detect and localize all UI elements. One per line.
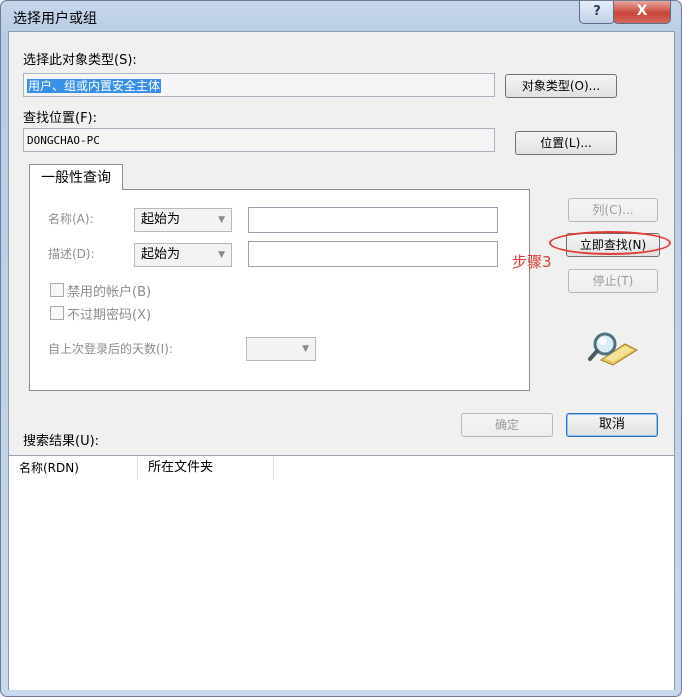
description-label: 描述(D): [48,247,95,261]
non-expiring-password-checkbox[interactable] [50,306,64,320]
days-since-login-label: 自上次登录后的天数(I): [48,342,173,356]
ok-button[interactable]: 确定 [461,413,553,437]
description-mode-value: 起始为 [141,247,181,262]
description-mode-select[interactable]: 起始为 ▼ [134,243,232,267]
disabled-accounts-label: 禁用的帐户(B) [67,285,152,300]
cancel-button[interactable]: 取消 [566,413,658,437]
columns-button[interactable]: 列(C)... [568,198,658,222]
location-field[interactable]: DONGCHAO-PC [23,128,495,152]
dialog-window: 选择用户或组 ? X 选择此对象类型(S): 用户、组或内置安全主体 对象类型(… [0,0,682,697]
dialog-client-area: 选择此对象类型(S): 用户、组或内置安全主体 对象类型(O)... 查找位置(… [8,31,675,690]
name-label: 名称(A): [48,212,94,226]
object-type-value: 用户、组或内置安全主体 [27,79,162,93]
step-annotation: 步骤3 [512,253,552,271]
chevron-down-icon: ▼ [218,250,225,260]
find-now-button[interactable]: 立即查找(N) [566,233,660,257]
chevron-down-icon: ▼ [218,215,225,225]
title-bar[interactable]: 选择用户或组 ? X [1,1,681,31]
name-input[interactable] [248,207,498,233]
close-button[interactable]: X [613,1,671,24]
object-type-label: 选择此对象类型(S): [23,53,137,68]
stop-button[interactable]: 停止(T) [568,269,658,293]
tab-general-query[interactable]: 一般性查询 [29,164,123,190]
search-results-label: 搜索结果(U): [23,434,100,449]
search-results-list[interactable]: 名称(RDN) 所在文件夹 [9,455,674,690]
name-mode-select[interactable]: 起始为 ▼ [134,208,232,232]
days-since-login-select[interactable]: ▼ [246,337,316,361]
location-label: 查找位置(F): [23,111,98,126]
column-header-name[interactable]: 名称(RDN) [9,456,138,480]
locations-button[interactable]: 位置(L)... [515,131,617,155]
object-type-field[interactable]: 用户、组或内置安全主体 [23,73,495,97]
chevron-down-icon: ▼ [302,344,309,354]
name-mode-value: 起始为 [141,212,181,227]
column-header-folder[interactable]: 所在文件夹 [138,456,274,480]
window-title: 选择用户或组 [13,11,97,27]
object-types-button[interactable]: 对象类型(O)... [505,74,617,98]
general-query-panel: 名称(A): 起始为 ▼ 描述(D): 起始为 ▼ 禁用的帐户(B) 不过期密码… [29,189,530,391]
non-expiring-password-label: 不过期密码(X) [67,308,152,323]
disabled-accounts-checkbox[interactable] [50,283,64,297]
description-input[interactable] [248,241,498,267]
magnifier-icon [588,332,639,366]
help-button[interactable]: ? [579,1,615,24]
